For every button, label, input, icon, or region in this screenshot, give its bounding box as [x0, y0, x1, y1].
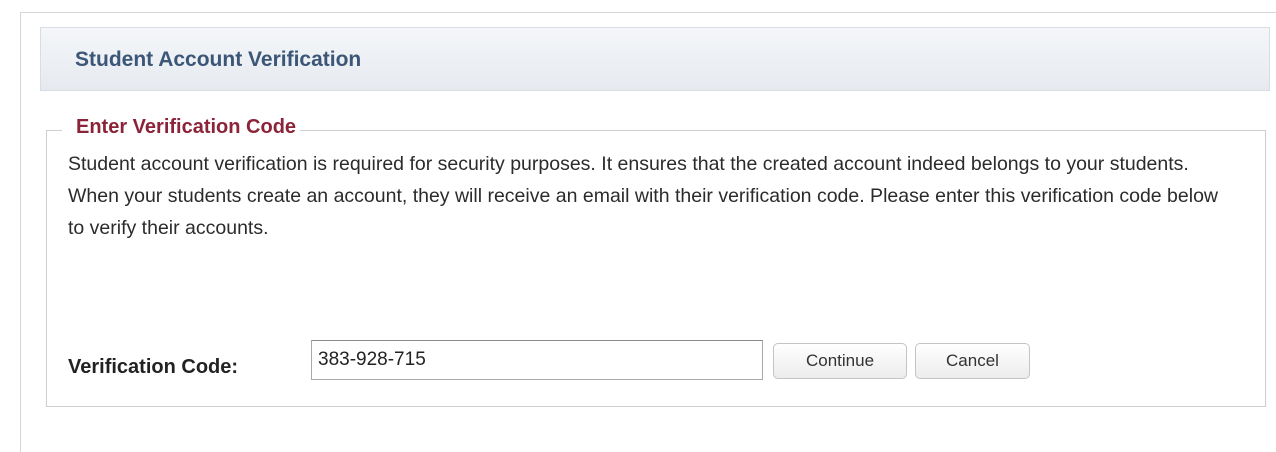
page-title: Student Account Verification	[75, 48, 362, 71]
verification-code-input[interactable]	[311, 340, 763, 380]
cancel-button[interactable]: Cancel	[915, 343, 1030, 379]
header-bar: Student Account Verification	[40, 27, 1270, 91]
continue-button[interactable]: Continue	[773, 343, 907, 379]
description-text: Student account verification is required…	[68, 153, 1219, 239]
verification-code-label: Verification Code:	[68, 356, 239, 378]
section-legend: Enter Verification Code	[62, 116, 301, 139]
